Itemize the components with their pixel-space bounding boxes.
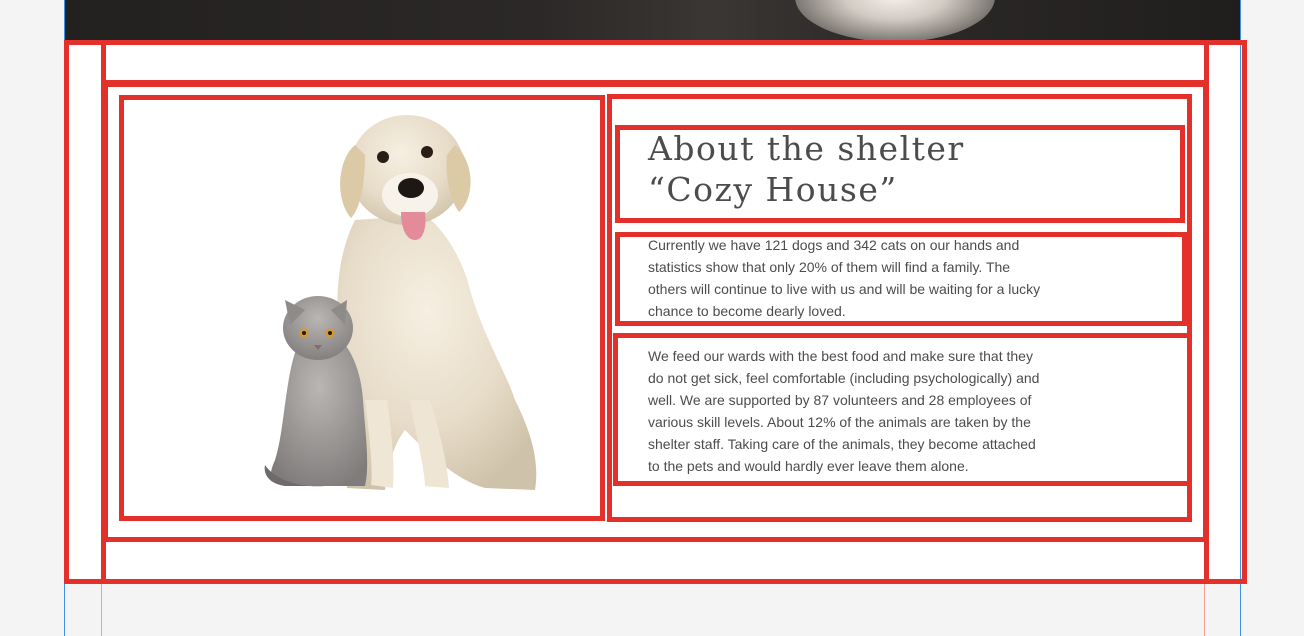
hero-pet-photo: [795, 0, 995, 41]
outline-image-column: [119, 95, 605, 521]
outline-paragraph-2-box: [613, 333, 1192, 486]
outline-top-spacer: [101, 40, 1209, 85]
outline-title-box: [615, 125, 1185, 223]
outline-paragraph-1-box: [615, 232, 1187, 326]
hero-image-strip: [65, 0, 1240, 41]
